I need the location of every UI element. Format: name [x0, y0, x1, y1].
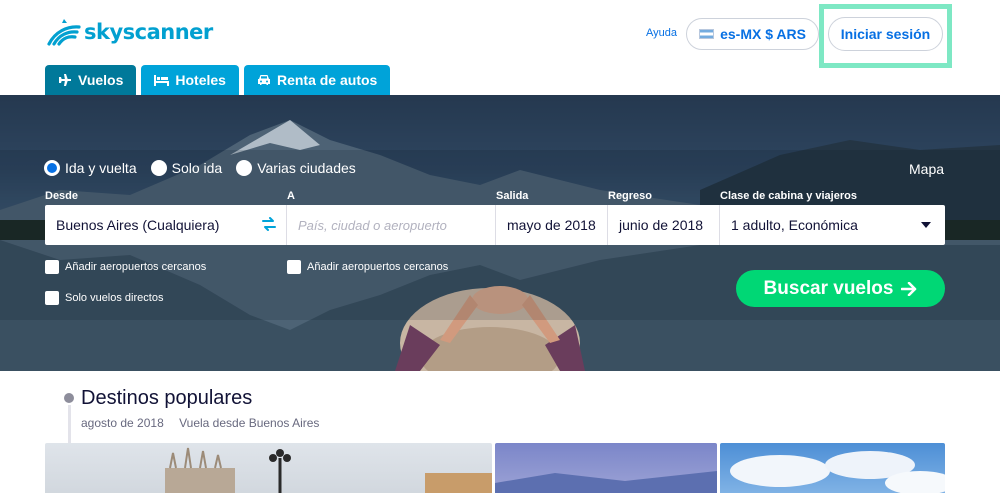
flight-search-form: Buenos Aires (Cualquiera) País, ciudad o… [45, 205, 945, 245]
car-icon [257, 74, 271, 86]
tab-hotels[interactable]: Hoteles [141, 65, 239, 95]
nearby-to-label: Añadir aeropuertos cercanos [307, 261, 449, 273]
direct-only-checkbox[interactable] [45, 291, 59, 305]
destination-card-3[interactable] [720, 443, 945, 493]
nearby-airports-from[interactable]: Añadir aeropuertos cercanos [45, 260, 206, 274]
depart-field[interactable]: mayo de 2018 [496, 205, 608, 245]
radio-round-trip[interactable] [44, 160, 60, 176]
help-link[interactable]: Ayuda [646, 27, 677, 39]
trip-type-selector: Ida y vuelta Solo ida Varias ciudades [44, 160, 370, 176]
tab-hotels-label: Hoteles [175, 72, 226, 88]
destination-image-3 [730, 451, 945, 493]
radio-multi-city[interactable] [236, 160, 253, 176]
nearby-to-checkbox[interactable] [287, 260, 301, 274]
skyscanner-logo[interactable]: skyscanner [45, 16, 213, 48]
to-field[interactable]: País, ciudad o aeropuerto [287, 205, 496, 245]
return-field[interactable]: junio de 2018 [608, 205, 720, 245]
destination-card-1[interactable] [45, 443, 492, 493]
cabin-label: Clase de cabina y viajeros [720, 190, 857, 202]
locale-currency-button[interactable]: es-MX $ ARS [686, 18, 819, 50]
popular-origin: Vuela desde Buenos Aires [179, 416, 320, 430]
arrow-right-icon [901, 281, 917, 296]
popular-destinations-title: Destinos populares [81, 387, 253, 409]
map-link[interactable]: Mapa [909, 161, 944, 177]
from-value: Buenos Aires (Cualquiera) [56, 217, 220, 233]
direct-only-label: Solo vuelos directos [65, 292, 164, 304]
trip-one-way[interactable]: Solo ida [150, 160, 223, 176]
plane-icon [58, 73, 72, 87]
cabin-travellers-field[interactable]: 1 adulto, Económica [720, 205, 945, 245]
trip-round-trip-label: Ida y vuelta [65, 160, 137, 176]
tab-flights-label: Vuelos [78, 72, 124, 88]
trip-multi-city[interactable]: Varias ciudades [236, 160, 356, 176]
site-header: skyscanner Ayuda es-MX $ ARS Iniciar ses… [0, 0, 1000, 95]
depart-label: Salida [496, 190, 529, 202]
locale-label: es-MX $ ARS [720, 26, 806, 42]
cabin-value: 1 adulto, Económica [731, 217, 858, 233]
search-flights-label: Buscar vuelos [763, 277, 894, 299]
tab-car-rental[interactable]: Renta de autos [243, 65, 391, 95]
return-label: Regreso [608, 190, 653, 202]
skyscanner-logo-icon [47, 19, 81, 46]
chevron-down-icon [921, 222, 931, 228]
from-field[interactable]: Buenos Aires (Cualquiera) [45, 205, 287, 245]
search-flights-button[interactable]: Buscar vuelos [736, 270, 945, 307]
destination-card-2[interactable] [495, 443, 717, 493]
popular-date: agosto de 2018 [81, 416, 164, 430]
bed-icon [154, 74, 170, 86]
depart-value: mayo de 2018 [507, 217, 596, 233]
to-label: A [287, 190, 295, 202]
radio-one-way[interactable] [150, 160, 167, 176]
trip-multi-city-label: Varias ciudades [257, 160, 356, 176]
trip-one-way-label: Solo ida [171, 160, 223, 176]
timeline-dot [64, 393, 74, 403]
from-label: Desde [45, 190, 79, 202]
popular-destinations-subtitle: agosto de 2018 Vuela desde Buenos Aires [81, 416, 331, 430]
destination-image-1 [165, 447, 492, 493]
nearby-from-label: Añadir aeropuertos cercanos [65, 261, 207, 273]
product-tabs: Vuelos Hoteles Renta de autos [45, 65, 391, 95]
to-placeholder: País, ciudad o aeropuerto [298, 217, 447, 233]
swap-icon[interactable] [262, 217, 276, 234]
direct-flights-only[interactable]: Solo vuelos directos [45, 291, 163, 305]
trip-round-trip[interactable]: Ida y vuelta [44, 160, 137, 176]
argentina-flag-icon [699, 29, 715, 39]
brand-name: skyscanner [84, 20, 213, 44]
destination-image-2 [495, 471, 717, 493]
tab-car-rental-label: Renta de autos [276, 72, 378, 88]
tab-flights[interactable]: Vuelos [45, 65, 137, 95]
timeline-marker [64, 393, 74, 493]
nearby-airports-to[interactable]: Añadir aeropuertos cercanos [287, 260, 448, 274]
signin-button[interactable]: Iniciar sesión [828, 17, 943, 51]
return-value: junio de 2018 [619, 217, 704, 233]
nearby-from-checkbox[interactable] [45, 260, 59, 274]
